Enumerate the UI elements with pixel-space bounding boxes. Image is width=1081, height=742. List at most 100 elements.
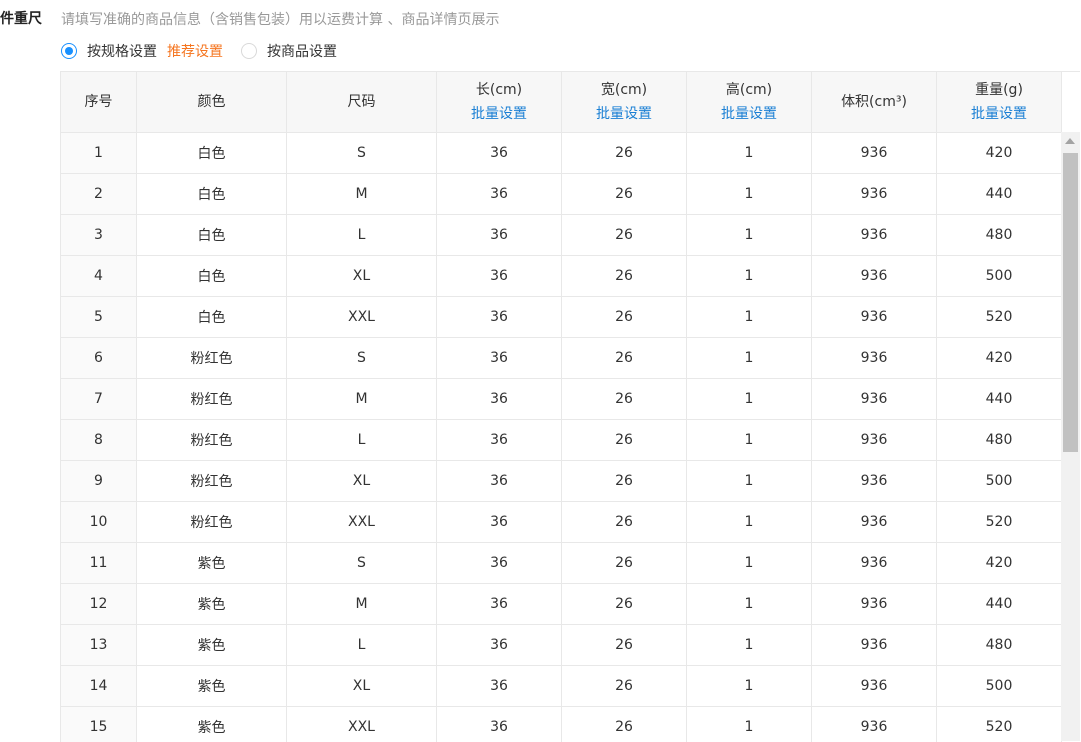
cell-size: S bbox=[287, 338, 437, 379]
header-weight: 重量(g) 批量设置 bbox=[937, 72, 1062, 133]
cell-length: 36 bbox=[437, 379, 562, 420]
table-row: 9粉红色XL36261936500 bbox=[61, 461, 1062, 502]
cell-color: 白色 bbox=[137, 256, 287, 297]
cell-index: 3 bbox=[61, 215, 137, 256]
table-row: 6粉红色S36261936420 bbox=[61, 338, 1062, 379]
cell-size: XL bbox=[287, 666, 437, 707]
section-hint: 请填写准确的商品信息（含销售包装）用以运费计算 、商品详情页展示 bbox=[61, 9, 499, 29]
table-row: 1白色S36261936420 bbox=[61, 133, 1062, 174]
cell-weight: 520 bbox=[937, 502, 1062, 543]
header-weight-label: 重量(g) bbox=[937, 78, 1061, 102]
cell-height: 1 bbox=[687, 338, 812, 379]
spec-table: 序号 颜色 尺码 长(cm) 批量设置 宽(cm) 批量设置 高(cm) 批量设… bbox=[60, 72, 1062, 742]
radio-checked-icon[interactable] bbox=[61, 43, 77, 59]
radio-by-product[interactable]: 按商品设置 bbox=[241, 41, 337, 61]
cell-volume: 936 bbox=[812, 584, 937, 625]
scrollbar-thumb[interactable] bbox=[1063, 153, 1078, 452]
table-row: 15紫色XXL36261936520 bbox=[61, 707, 1062, 742]
radio-by-spec[interactable]: 按规格设置 bbox=[61, 41, 157, 61]
cell-volume: 936 bbox=[812, 338, 937, 379]
cell-index: 11 bbox=[61, 543, 137, 584]
table-row: 10粉红色XXL36261936520 bbox=[61, 502, 1062, 543]
cell-volume: 936 bbox=[812, 215, 937, 256]
cell-width: 26 bbox=[562, 461, 687, 502]
header-length-label: 长(cm) bbox=[437, 78, 561, 102]
cell-width: 26 bbox=[562, 420, 687, 461]
cell-length: 36 bbox=[437, 338, 562, 379]
table-row: 11紫色S36261936420 bbox=[61, 543, 1062, 584]
cell-height: 1 bbox=[687, 420, 812, 461]
cell-height: 1 bbox=[687, 707, 812, 742]
batch-set-height-link[interactable]: 批量设置 bbox=[687, 102, 811, 126]
cell-index: 6 bbox=[61, 338, 137, 379]
cell-width: 26 bbox=[562, 543, 687, 584]
cell-color: 白色 bbox=[137, 297, 287, 338]
cell-length: 36 bbox=[437, 256, 562, 297]
cell-color: 粉红色 bbox=[137, 502, 287, 543]
cell-length: 36 bbox=[437, 174, 562, 215]
cell-weight: 440 bbox=[937, 379, 1062, 420]
cell-color: 粉红色 bbox=[137, 338, 287, 379]
cell-height: 1 bbox=[687, 256, 812, 297]
cell-index: 7 bbox=[61, 379, 137, 420]
cell-height: 1 bbox=[687, 215, 812, 256]
table-scrollbar[interactable] bbox=[1061, 132, 1080, 741]
cell-color: 紫色 bbox=[137, 666, 287, 707]
cell-width: 26 bbox=[562, 338, 687, 379]
header-width-label: 宽(cm) bbox=[562, 78, 686, 102]
cell-volume: 936 bbox=[812, 707, 937, 742]
cell-size: L bbox=[287, 215, 437, 256]
header-color: 颜色 bbox=[137, 72, 287, 133]
section-label: 件重尺 bbox=[0, 8, 42, 28]
cell-size: XXL bbox=[287, 502, 437, 543]
cell-index: 4 bbox=[61, 256, 137, 297]
batch-set-length-link[interactable]: 批量设置 bbox=[437, 102, 561, 126]
table-row: 7粉红色M36261936440 bbox=[61, 379, 1062, 420]
cell-length: 36 bbox=[437, 297, 562, 338]
cell-volume: 936 bbox=[812, 379, 937, 420]
cell-color: 白色 bbox=[137, 174, 287, 215]
cell-length: 36 bbox=[437, 666, 562, 707]
table-row: 8粉红色L36261936480 bbox=[61, 420, 1062, 461]
cell-volume: 936 bbox=[812, 420, 937, 461]
cell-height: 1 bbox=[687, 461, 812, 502]
header-volume: 体积(cm³) bbox=[812, 72, 937, 133]
table-row: 5白色XXL36261936520 bbox=[61, 297, 1062, 338]
batch-set-weight-link[interactable]: 批量设置 bbox=[937, 102, 1061, 126]
cell-size: L bbox=[287, 420, 437, 461]
header-height: 高(cm) 批量设置 bbox=[687, 72, 812, 133]
cell-length: 36 bbox=[437, 502, 562, 543]
cell-size: XL bbox=[287, 256, 437, 297]
spec-table-container: 序号 颜色 尺码 长(cm) 批量设置 宽(cm) 批量设置 高(cm) 批量设… bbox=[60, 71, 1080, 742]
setting-mode-group: 按规格设置 推荐设置 按商品设置 bbox=[61, 41, 337, 61]
cell-size: XXL bbox=[287, 297, 437, 338]
cell-height: 1 bbox=[687, 379, 812, 420]
cell-index: 2 bbox=[61, 174, 137, 215]
cell-index: 13 bbox=[61, 625, 137, 666]
batch-set-width-link[interactable]: 批量设置 bbox=[562, 102, 686, 126]
table-row: 14紫色XL36261936500 bbox=[61, 666, 1062, 707]
cell-weight: 440 bbox=[937, 584, 1062, 625]
cell-length: 36 bbox=[437, 625, 562, 666]
cell-volume: 936 bbox=[812, 543, 937, 584]
cell-height: 1 bbox=[687, 625, 812, 666]
cell-size: S bbox=[287, 543, 437, 584]
cell-weight: 480 bbox=[937, 215, 1062, 256]
cell-color: 粉红色 bbox=[137, 379, 287, 420]
cell-width: 26 bbox=[562, 707, 687, 742]
radio-unchecked-icon[interactable] bbox=[241, 43, 257, 59]
scroll-up-arrow-icon[interactable] bbox=[1065, 138, 1075, 144]
table-row: 12紫色M36261936440 bbox=[61, 584, 1062, 625]
cell-length: 36 bbox=[437, 543, 562, 584]
cell-volume: 936 bbox=[812, 625, 937, 666]
cell-index: 15 bbox=[61, 707, 137, 742]
table-row: 13紫色L36261936480 bbox=[61, 625, 1062, 666]
cell-color: 白色 bbox=[137, 133, 287, 174]
cell-weight: 480 bbox=[937, 420, 1062, 461]
cell-width: 26 bbox=[562, 256, 687, 297]
cell-size: S bbox=[287, 133, 437, 174]
cell-weight: 520 bbox=[937, 707, 1062, 742]
cell-volume: 936 bbox=[812, 461, 937, 502]
cell-height: 1 bbox=[687, 502, 812, 543]
cell-color: 白色 bbox=[137, 215, 287, 256]
